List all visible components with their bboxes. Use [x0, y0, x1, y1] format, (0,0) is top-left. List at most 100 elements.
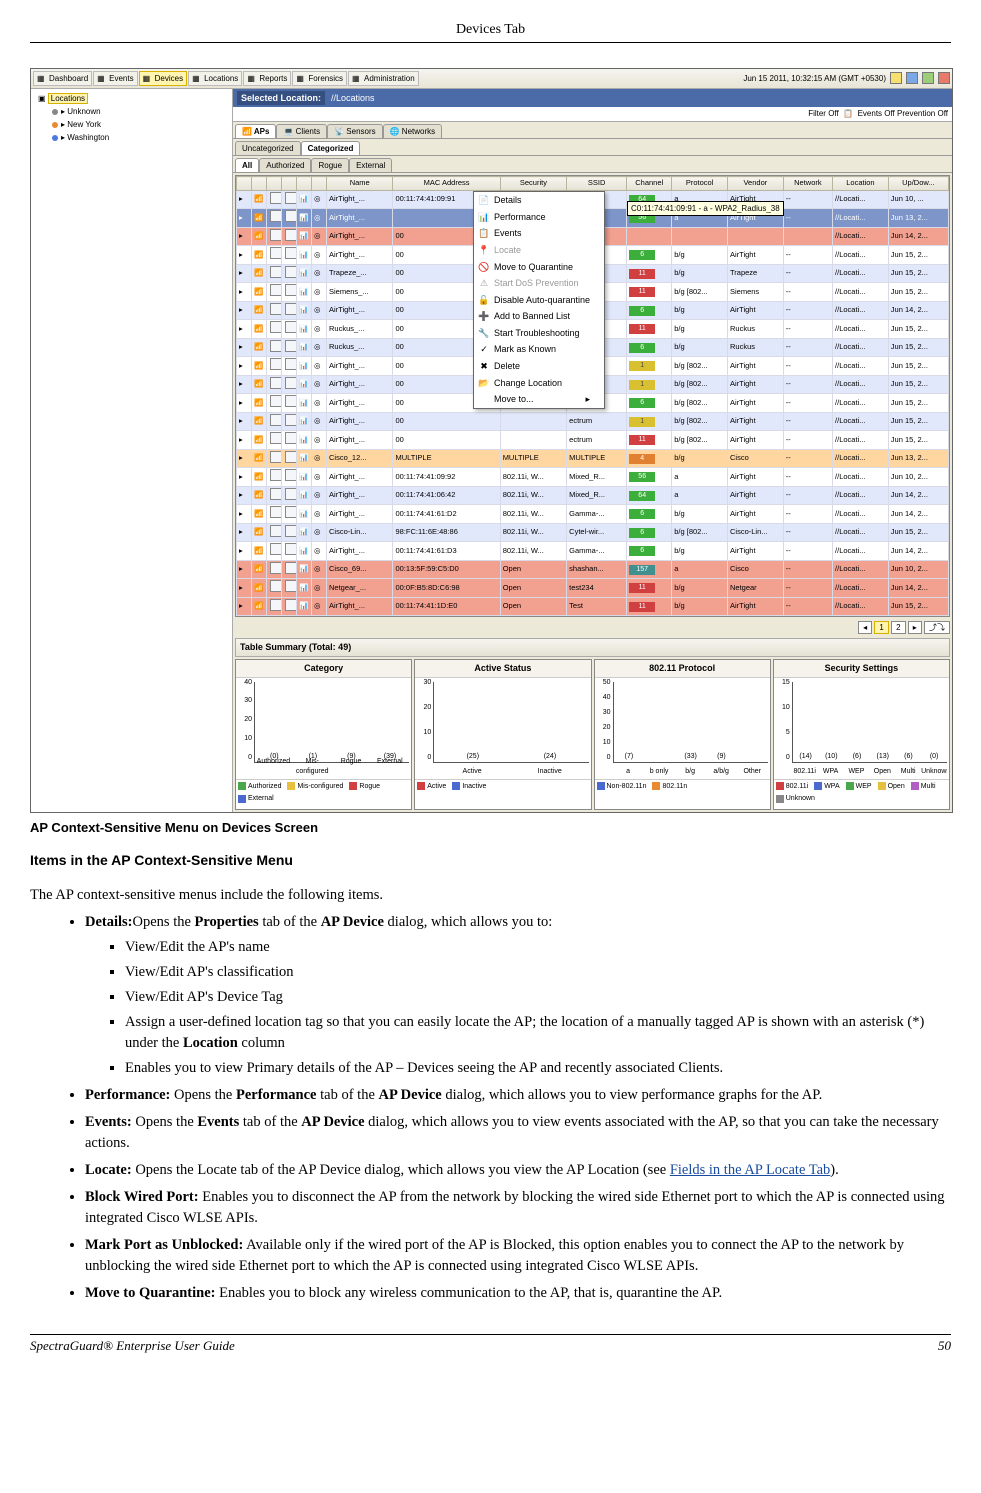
table-row[interactable]: ▸📶📊◎Cisco_69...00:13:5F:59:C5:D0Openshas…	[237, 560, 949, 579]
list-item: Locate: Opens the Locate tab of the AP D…	[85, 1160, 951, 1181]
locate-tab-link[interactable]: Fields in the AP Locate Tab	[670, 1162, 830, 1178]
chart-card: Active Status3020100(25)(24)ActiveInacti…	[414, 659, 591, 810]
tab-categorized[interactable]: Categorized	[301, 141, 361, 155]
main-toolbar: ▦Dashboard▦Events▦Devices▦Locations▦Repo…	[31, 69, 952, 89]
events-off-label[interactable]: Events Off Prevention Off	[858, 109, 948, 118]
tree-item[interactable]: ▸ Washington	[34, 131, 229, 144]
list-item: View/Edit AP's classification	[125, 962, 951, 983]
column-header[interactable]	[282, 177, 297, 191]
context-menu-item[interactable]: ✓Mark as Known	[474, 341, 604, 358]
column-header[interactable]: Network	[783, 177, 832, 191]
toolbar-dashboard[interactable]: ▦Dashboard	[33, 71, 92, 86]
table-summary: Table Summary (Total: 49)	[235, 638, 950, 657]
page-number: 50	[938, 1337, 951, 1355]
tree-item[interactable]: ▸ New York	[34, 118, 229, 131]
chart-card: 802.11 Protocol50403020100(7)(33)(9)ab o…	[594, 659, 771, 810]
table-row[interactable]: ▸📶📊◎AirTight_...00:11:74:41:06:42802.11i…	[237, 486, 949, 505]
context-menu-item[interactable]: 🚫Move to Quarantine	[474, 259, 604, 276]
pager[interactable]: ◂ 1 2 ▸ ⤴⤵	[233, 619, 952, 636]
context-menu-item[interactable]: ➕Add to Banned List	[474, 308, 604, 325]
devices-screenshot: ▦Dashboard▦Events▦Devices▦Locations▦Repo…	[30, 68, 953, 813]
status-icon[interactable]	[890, 72, 902, 84]
footer-rule	[30, 1334, 951, 1335]
table-row[interactable]: ▸📶📊◎AirTight_...00:11:74:41:1D:E0OpenTes…	[237, 597, 949, 616]
context-menu-item: 📍Locate	[474, 242, 604, 259]
table-row[interactable]: ▸📶📊◎Netgear_...00:0F:B5:8D:C6:98Opentest…	[237, 579, 949, 598]
status-icon[interactable]	[938, 72, 950, 84]
table-row[interactable]: ▸📶📊◎AirTight_...00ectrum1b/g [802...AirT…	[237, 412, 949, 431]
context-menu-item[interactable]: 🔧Start Troubleshooting	[474, 325, 604, 342]
context-menu-item[interactable]: 📄Details	[474, 192, 604, 209]
table-row[interactable]: ▸📶📊◎AirTight_...00ectrum11b/g [802...Air…	[237, 431, 949, 450]
context-menu-item[interactable]: 📂Change Location	[474, 375, 604, 392]
toolbar-events[interactable]: ▦Events	[93, 71, 137, 86]
column-header[interactable]: Location	[833, 177, 889, 191]
tab-external[interactable]: External	[349, 158, 392, 172]
timestamp: Jun 15 2011, 10:32:15 AM (GMT +0530)	[743, 73, 886, 84]
column-header[interactable]: Channel	[627, 177, 672, 191]
toolbar-reports[interactable]: ▦Reports	[243, 71, 291, 86]
column-header[interactable]: SSID	[567, 177, 627, 191]
tab-uncategorized[interactable]: Uncategorized	[235, 141, 301, 155]
device-type-tabs: 📶 APs💻 Clients📡 Sensors🌐 Networks	[233, 122, 952, 139]
column-header[interactable]: Security	[500, 177, 566, 191]
summary-charts: Category403020100(0)(1)(9)(39)Authorized…	[235, 659, 950, 810]
table-row[interactable]: ▸📶📊◎Cisco_12...MULTIPLEMULTIPLEMULTIPLE4…	[237, 449, 949, 468]
table-row[interactable]: ▸📶📊◎Cisco-Lin...98:FC:11:6E:48:86802.11i…	[237, 523, 949, 542]
status-icon[interactable]	[922, 72, 934, 84]
column-header[interactable]: MAC Address	[393, 177, 500, 191]
list-item: Assign a user-defined location tag so th…	[125, 1012, 951, 1054]
chart-card: Security Settings151050(14)(10)(6)(13)(6…	[773, 659, 950, 810]
row-tooltip: C0:11:74:41:09:91 - a - WPA2_Radius_38	[627, 201, 784, 216]
list-item: Block Wired Port: Enables you to disconn…	[85, 1187, 951, 1229]
list-item: Performance: Opens the Performance tab o…	[85, 1085, 951, 1106]
page-header-title: Devices Tab	[30, 20, 951, 40]
toolbar-administration[interactable]: ▦Administration	[348, 71, 419, 86]
context-menu[interactable]: 📄Details📊Performance📋Events📍Locate🚫Move …	[473, 191, 605, 409]
filter-off-label[interactable]: Filter Off	[808, 109, 839, 118]
context-menu-item: ⚠Start DoS Prevention	[474, 275, 604, 292]
list-item: Move to Quarantine: Enables you to block…	[85, 1283, 951, 1304]
location-bar: Selected Location: //Locations	[233, 89, 952, 108]
context-menu-item[interactable]: 📋Events	[474, 225, 604, 242]
tab-rogue[interactable]: Rogue	[311, 158, 349, 172]
toolbar-locations[interactable]: ▦Locations	[188, 71, 242, 86]
context-menu-item[interactable]: 📊Performance	[474, 209, 604, 226]
column-header[interactable]: Vendor	[727, 177, 783, 191]
tab-aps[interactable]: 📶 APs	[235, 124, 276, 138]
list-item: Enables you to view Primary details of t…	[125, 1058, 951, 1079]
table-row[interactable]: ▸📶📊◎AirTight_...00:11:74:41:61:D3802.11i…	[237, 542, 949, 561]
column-header[interactable]: Name	[327, 177, 393, 191]
chart-card: Category403020100(0)(1)(9)(39)Authorized…	[235, 659, 412, 810]
context-menu-item[interactable]: 🔓Disable Auto-quarantine	[474, 292, 604, 309]
toolbar-devices[interactable]: ▦Devices	[139, 71, 187, 86]
figure-caption: AP Context-Sensitive Menu on Devices Scr…	[30, 819, 951, 837]
categorization-tabs: UncategorizedCategorized	[233, 139, 952, 156]
column-header[interactable]: Protocol	[672, 177, 728, 191]
context-menu-item[interactable]: Move to...▸	[474, 391, 604, 408]
table-row[interactable]: ▸📶📊◎AirTight_...00:11:74:41:61:D2802.11i…	[237, 505, 949, 524]
column-header[interactable]	[237, 177, 252, 191]
section-heading: Items in the AP Context-Sensitive Menu	[30, 851, 951, 871]
tab-sensors[interactable]: 📡 Sensors	[327, 124, 383, 138]
tab-all[interactable]: All	[235, 158, 259, 172]
toolbar-forensics[interactable]: ▦Forensics	[292, 71, 347, 86]
column-header[interactable]	[267, 177, 282, 191]
table-row[interactable]: ▸📶📊◎AirTight_...00:11:74:41:09:92802.11i…	[237, 468, 949, 487]
tab-networks[interactable]: 🌐 Networks	[383, 124, 443, 138]
authorization-tabs: AllAuthorizedRogueExternal	[233, 156, 952, 173]
list-item: Mark Port as Unblocked: Available only i…	[85, 1235, 951, 1277]
location-tree[interactable]: ▣ Locations ▸ Unknown▸ New York▸ Washing…	[31, 89, 233, 812]
context-menu-item[interactable]: ✖Delete	[474, 358, 604, 375]
tab-clients[interactable]: 💻 Clients	[276, 124, 327, 138]
tree-item[interactable]: ▸ Unknown	[34, 105, 229, 118]
column-header[interactable]	[252, 177, 267, 191]
column-header[interactable]	[297, 177, 312, 191]
list-item: View/Edit AP's Device Tag	[125, 987, 951, 1008]
list-item: Events: Opens the Events tab of the AP D…	[85, 1112, 951, 1154]
status-icon[interactable]	[906, 72, 918, 84]
column-header[interactable]	[312, 177, 327, 191]
list-item: View/Edit the AP's name	[125, 937, 951, 958]
column-header[interactable]: Up/Dow...	[888, 177, 948, 191]
tab-authorized[interactable]: Authorized	[259, 158, 311, 172]
